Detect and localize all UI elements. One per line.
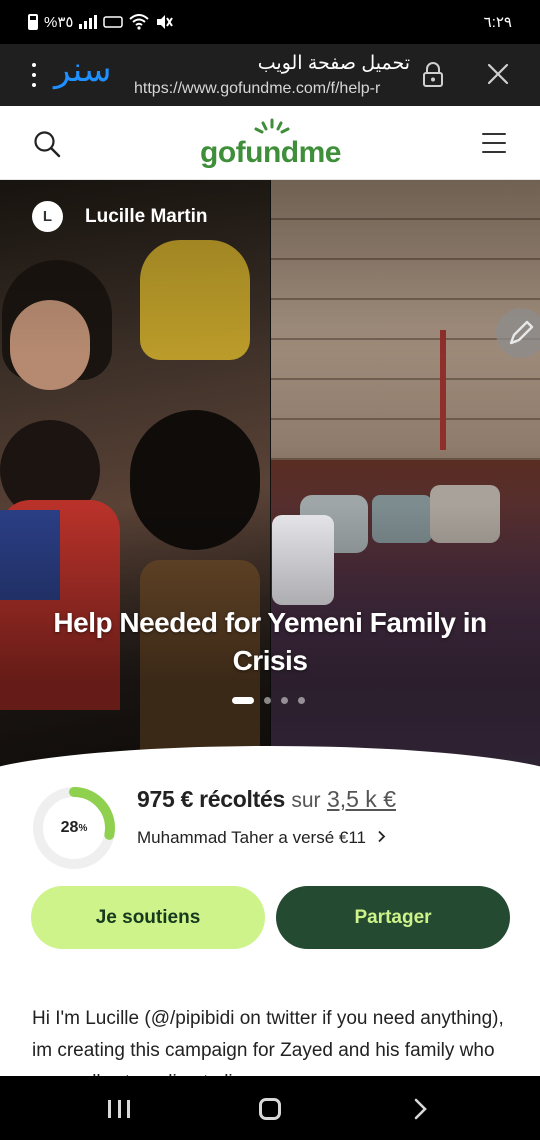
browser-bar: سنر تحميل صفحة الويب https://www.gofundm… [0,44,540,106]
lock-icon[interactable] [422,62,444,88]
battery-icon [28,14,38,30]
browser-brand: سنر [54,50,112,90]
avatar: L [32,201,63,232]
organizer[interactable]: L Lucille Martin [32,201,207,232]
donate-button[interactable]: Je soutiens [31,886,265,949]
campaign-title: Help Needed for Yemeni Family in Crisis [53,607,487,676]
carousel-dot[interactable] [281,697,288,704]
browser-url[interactable]: https://www.gofundme.com/f/help-r [134,80,410,98]
edit-button[interactable] [496,308,540,358]
status-bar: %٣٥ ٦:٢٩ [0,0,540,44]
pencil-icon [509,320,534,345]
back-icon[interactable] [412,1098,430,1120]
browser-page-title: تحميل صفحة الويب [257,53,410,74]
logo-rays-icon [254,118,290,134]
system-nav-bar [0,1076,540,1140]
browser-menu-icon[interactable] [24,63,44,87]
share-button[interactable]: Partager [276,886,510,949]
chevron-right-icon [378,830,386,843]
carousel-dot[interactable] [264,697,271,704]
signal-icon [79,15,98,29]
search-icon[interactable] [32,129,62,159]
site-header: gofundme [0,106,540,180]
status-left: %٣٥ [28,13,174,31]
home-icon[interactable] [259,1098,281,1120]
status-time: ٦:٢٩ [483,14,512,31]
carousel-dot[interactable] [298,697,305,704]
raised-amount: 975 € récoltés [137,786,285,812]
progress-percent-symbol: % [78,822,88,834]
battery-level: %٣٥ [44,14,74,31]
mute-icon [157,15,174,29]
hero-image[interactable]: L Lucille Martin Help Needed for Yemeni … [0,180,540,770]
carousel-dot[interactable] [232,697,254,704]
raised-of-text: sur [291,789,321,812]
organizer-name: Lucille Martin [85,205,208,227]
progress-percent: 28% [32,786,116,870]
carousel-dots[interactable] [232,697,305,704]
goal-amount[interactable]: 3,5 k € [327,786,396,812]
recents-icon[interactable] [108,1100,130,1118]
close-icon[interactable] [486,62,510,86]
progress-percent-value: 28 [60,819,79,836]
raised-summary: 975 € récoltés sur 3,5 k € [137,786,396,813]
gofundme-logo[interactable]: gofundme [200,136,341,170]
recent-donation-text: Muhammad Taher a versé €11 [137,828,366,847]
wifi-icon [129,14,150,30]
hamburger-menu-icon[interactable] [482,133,506,153]
volte-icon [103,16,124,28]
recent-donation[interactable]: Muhammad Taher a versé €11 [137,828,386,848]
